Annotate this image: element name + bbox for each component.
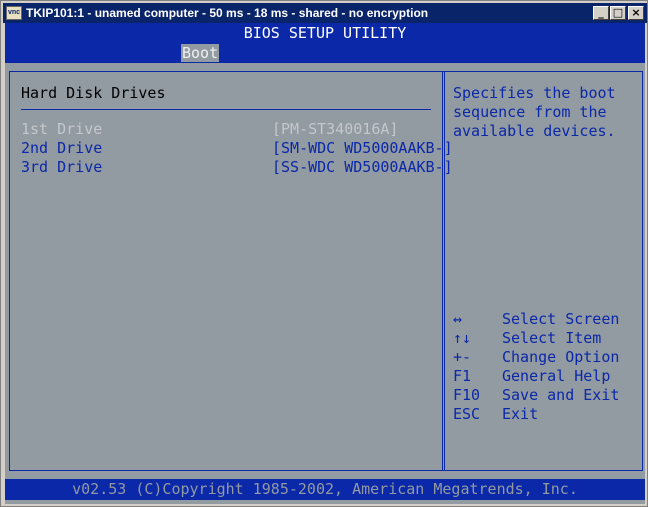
pane-divider <box>442 72 445 470</box>
key-arrows-ud: ↑↓ <box>453 329 472 347</box>
drive-3-label[interactable]: 3rd Drive <box>21 158 102 177</box>
section-title: Hard Disk Drives <box>21 84 166 102</box>
section-divider <box>21 109 431 110</box>
menu-tab-boot[interactable]: Boot <box>181 44 220 62</box>
bios-screen[interactable]: BIOS SETUP UTILITY Boot Hard Disk Drives… <box>5 23 645 504</box>
drive-3-value[interactable]: [SS-WDC WD5000AAKB-] <box>272 158 453 177</box>
bios-header: BIOS SETUP UTILITY <box>5 23 645 43</box>
bios-main-frame: Hard Disk Drives 1st Drive [PM-ST340016A… <box>9 71 643 471</box>
close-button[interactable]: × <box>628 6 644 20</box>
key-desc-save-exit: Save and Exit <box>502 386 620 404</box>
key-desc-change-option: Change Option <box>502 348 620 366</box>
key-plus-minus: +- <box>453 348 472 366</box>
drive-1-label[interactable]: 1st Drive <box>21 120 102 139</box>
key-desc-select-item: Select Item <box>502 329 602 347</box>
key-esc: ESC <box>453 405 481 423</box>
key-arrows-lr: ↔ <box>453 310 463 328</box>
drive-2-label[interactable]: 2nd Drive <box>21 139 102 158</box>
vnc-app-icon[interactable]: vnc <box>6 6 22 20</box>
help-text: Specifies the boot sequence from the ava… <box>453 84 616 140</box>
maximize-button[interactable]: □ <box>610 6 626 20</box>
key-desc-general-help: General Help <box>502 367 611 385</box>
drive-2-value[interactable]: [SM-WDC WD5000AAKB-] <box>272 139 453 158</box>
key-f10: F10 <box>453 386 481 404</box>
key-desc-exit: Exit <box>502 405 539 423</box>
window-title: TKIP101:1 - unamed computer - 50 ms - 18… <box>26 6 429 20</box>
key-f1: F1 <box>453 367 472 385</box>
copyright-footer: v02.53 (C)Copyright 1985-2002, American … <box>5 479 645 500</box>
title-bar[interactable]: vnc TKIP101:1 - unamed computer - 50 ms … <box>3 3 647 23</box>
key-desc-select-screen: Select Screen <box>502 310 620 328</box>
minimize-button[interactable]: _ <box>593 6 609 20</box>
vnc-window: vnc TKIP101:1 - unamed computer - 50 ms … <box>0 0 648 507</box>
bios-menu-bar: Boot <box>5 43 645 63</box>
drive-1-value[interactable]: [PM-ST340016A] <box>272 120 398 139</box>
